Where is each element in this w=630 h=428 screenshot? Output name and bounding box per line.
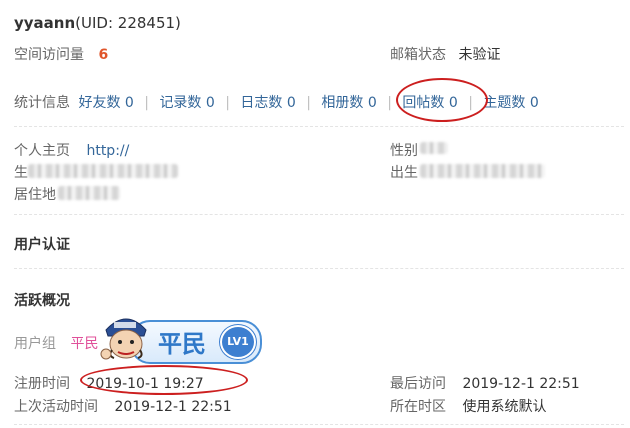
birthplace-label: 出生: [390, 165, 418, 181]
user-group-label: 用户组: [14, 336, 56, 352]
username: yyaann: [14, 14, 76, 32]
verification-section-title: 用户认证: [14, 237, 70, 253]
homepage-link[interactable]: http://: [86, 143, 129, 159]
divider: [14, 424, 624, 425]
replies-highlight-circle: [396, 78, 488, 122]
last-active-label: 上次活动时间: [14, 399, 98, 415]
group-badge: 平民 LV1: [96, 310, 264, 368]
badge-title: 平民: [158, 329, 206, 358]
timezone-row: 所在时区 使用系统默认: [390, 396, 546, 416]
birthday-label: 生: [14, 165, 28, 181]
last-visit-label: 最后访问: [390, 376, 446, 392]
last-visit-row: 最后访问 2019-12-1 22:51: [390, 373, 580, 393]
username-header: yyaann(UID: 228451): [14, 14, 181, 32]
residence-label: 居住地: [14, 187, 56, 203]
redacted-birthplace: [420, 164, 545, 178]
redacted-birthday: [28, 164, 178, 178]
email-status-row: 邮箱状态 未验证: [390, 44, 500, 64]
register-time-label: 注册时间: [14, 376, 70, 392]
stats-separator: |: [306, 95, 311, 111]
visits-row: 空间访问量 6: [14, 44, 108, 64]
uid: (UID: 228451): [75, 14, 181, 32]
divider: [14, 268, 624, 269]
email-status-value: 未验证: [458, 47, 501, 63]
badge-avatar-icon: [96, 310, 156, 368]
last-visit-value: 2019-12-1 22:51: [462, 376, 580, 392]
redacted-gender: [420, 142, 448, 154]
gender-label: 性别: [390, 143, 418, 159]
friends-count-link[interactable]: 好友数 0: [78, 95, 133, 111]
redacted-residence: [58, 186, 120, 200]
timezone-label: 所在时区: [390, 399, 446, 415]
activity-section-title: 活跃概况: [14, 293, 70, 309]
records-count-link[interactable]: 记录数 0: [159, 95, 214, 111]
visits-value: 6: [98, 47, 109, 63]
badge-level: LV1: [220, 325, 256, 359]
visits-label: 空间访问量: [14, 47, 84, 63]
timezone-value: 使用系统默认: [462, 399, 547, 415]
threads-count-link[interactable]: 主题数 0: [483, 95, 538, 111]
register-time-highlight-circle: [80, 365, 248, 395]
albums-count-link[interactable]: 相册数 0: [321, 95, 376, 111]
blogs-count-link[interactable]: 日志数 0: [240, 95, 295, 111]
badge-level-text: LV1: [227, 335, 249, 348]
user-group-link[interactable]: 平民: [70, 336, 98, 352]
divider: [14, 214, 624, 215]
stats-separator: |: [387, 95, 392, 111]
divider: [14, 126, 624, 127]
stats-separator: |: [144, 95, 149, 111]
user-group-row: 用户组 平民: [14, 333, 98, 353]
email-status-label: 邮箱状态: [390, 47, 446, 63]
stats-separator: |: [225, 95, 230, 111]
stats-label: 统计信息: [14, 95, 70, 111]
last-active-row: 上次活动时间 2019-12-1 22:51: [14, 396, 232, 416]
homepage-label: 个人主页: [14, 143, 70, 159]
last-active-value: 2019-12-1 22:51: [114, 399, 232, 415]
homepage-row: 个人主页 http://: [14, 140, 129, 160]
